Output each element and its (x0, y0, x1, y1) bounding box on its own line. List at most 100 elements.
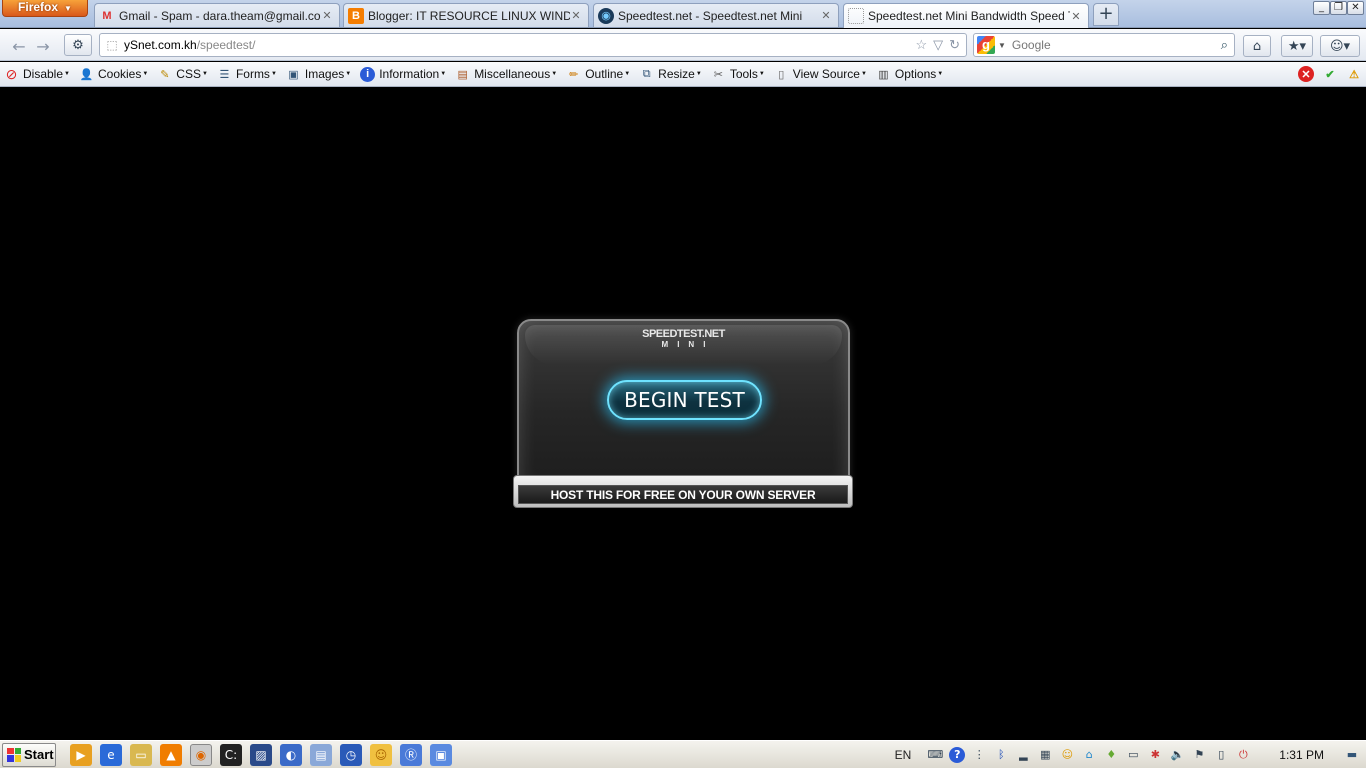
bluetooth-icon[interactable]: ᛒ (993, 747, 1009, 763)
gmail-icon: M (102, 9, 112, 22)
resize-icon: ⧉ (642, 67, 651, 80)
show-desktop-icon[interactable]: ▬ (1344, 747, 1360, 763)
navigation-toolbar: ← → ⚙ ⬚ ySnet.com.kh/speedtest/ ☆ ▽ ↻ g … (0, 29, 1366, 61)
bookmarks-menu-icon[interactable]: ★▾ (1281, 35, 1313, 57)
tab-title: Speedtest.net - Speedtest.net Mini (618, 8, 803, 23)
action-center-flag-icon[interactable]: ⚑ (1191, 747, 1207, 763)
dropdown-arrow-icon: ▼ (64, 4, 72, 13)
remote-desktop-icon[interactable]: ▣ (430, 743, 452, 766)
dev-menu-label: Cookies (97, 67, 142, 81)
forward-arrow-icon[interactable]: → (32, 35, 54, 57)
back-arrow-icon[interactable]: ← (6, 35, 32, 57)
dev-menu-options[interactable]: ▥ Options ▼ (876, 67, 943, 82)
page-content: SPEEDTEST.NET MINI BEGIN TEST HOST THIS … (0, 87, 1366, 740)
forms-icon: ☰ (219, 68, 230, 81)
host-banner[interactable]: HOST THIS FOR FREE ON YOUR OWN SERVER (513, 475, 853, 508)
close-tab-icon[interactable]: ✕ (570, 9, 582, 22)
tray-security-icon[interactable]: ✱ (1147, 747, 1163, 763)
clock-app-icon[interactable]: ◷ (340, 743, 362, 766)
dev-menu-resize[interactable]: ⧉ Resize ▼ (639, 67, 702, 82)
firefox-taskbar-icon[interactable]: ◉ (190, 743, 212, 766)
warning-icon[interactable]: ⚠ (1346, 66, 1362, 82)
internet-explorer-icon[interactable]: e (100, 743, 122, 766)
logo-main-text: SPEEDTEST.NET (642, 328, 725, 340)
dev-menu-disable[interactable]: ⊘ Disable ▼ (4, 66, 70, 82)
dev-menu-information[interactable]: i Information ▼ (360, 66, 446, 82)
tab-blogger[interactable]: B Blogger: IT RESOURCE LINUX WINDOWS... … (343, 3, 589, 27)
tab-title: Speedtest.net Mini Bandwidth Speed Test (868, 9, 1070, 23)
network-icon[interactable]: ◐ (280, 743, 302, 766)
dev-menu-label: Tools (729, 67, 758, 81)
explorer-folder-icon[interactable]: ▭ (130, 743, 152, 766)
system-clock[interactable]: 1:31 PM (1279, 748, 1324, 762)
minimize-icon[interactable]: _ (1313, 1, 1330, 15)
dev-menu-outline[interactable]: ✏ Outline ▼ (566, 67, 630, 82)
tab-gmail[interactable]: M Gmail - Spam - dara.theam@gmail.com ✕ (94, 3, 340, 27)
tab-speedtest[interactable]: ◉ Speedtest.net - Speedtest.net Mini ✕ (593, 3, 839, 27)
tools-icon: ✂ (713, 68, 723, 81)
volume-icon[interactable]: 🔈 (1169, 747, 1185, 763)
language-indicator[interactable]: EN (895, 748, 912, 762)
tab-bar: Firefox ▼ M Gmail - Spam - dara.theam@gma… (0, 0, 1366, 28)
messenger-tray-icon[interactable]: ☺ (1059, 747, 1075, 763)
command-prompt-icon[interactable]: C: (220, 743, 242, 766)
start-button[interactable]: Start (2, 742, 56, 767)
greasemonkey-icon[interactable]: ☺▾ (1320, 35, 1360, 57)
notepad-icon[interactable]: ▤ (310, 743, 332, 766)
keyboard-icon[interactable]: ⌨ (927, 747, 943, 763)
speedtest-logo: SPEEDTEST.NET MINI (519, 328, 848, 350)
close-tab-icon[interactable]: ✕ (820, 9, 832, 22)
css-icon: ✎ (160, 68, 170, 81)
power-icon[interactable]: ⏻ (1235, 747, 1251, 763)
signal-icon[interactable]: ▂ (1015, 747, 1031, 763)
google-engine-icon[interactable]: g (977, 36, 995, 54)
site-identity-icon[interactable]: ⬚ (100, 34, 124, 56)
vlc-icon[interactable]: ▲ (160, 743, 182, 766)
dev-menu-tools[interactable]: ✂ Tools ▼ (711, 67, 765, 82)
tray-expand-icon[interactable]: ⋮ (971, 747, 987, 763)
begin-test-button[interactable]: BEGIN TEST (607, 380, 762, 420)
safely-remove-icon[interactable]: ▯ (1213, 747, 1229, 763)
addon-icon[interactable]: ⚙ (64, 34, 92, 56)
close-tab-icon[interactable]: ✕ (321, 9, 333, 22)
url-bar[interactable]: ⬚ ySnet.com.kh/speedtest/ ☆ ▽ ↻ (99, 33, 967, 57)
dev-menu-miscellaneous[interactable]: ▤ Miscellaneous ▼ (455, 67, 557, 82)
dev-menu-images[interactable]: ▣ Images ▼ (286, 67, 351, 82)
bookmark-star-icon[interactable]: ☆ (915, 37, 927, 53)
dev-menu-css[interactable]: ✎ CSS ▼ (157, 67, 208, 82)
help-icon[interactable]: ? (949, 746, 966, 763)
dev-menu-label: Outline (585, 67, 624, 81)
dev-menu-label: Forms (235, 67, 270, 81)
utility-icon[interactable]: Ⓡ (400, 743, 422, 766)
dev-menu-label: Options (894, 67, 937, 81)
monitor-icon[interactable]: ▭ (1125, 747, 1141, 763)
tab-speedtest-mini[interactable]: Speedtest.net Mini Bandwidth Speed Test … (843, 3, 1089, 28)
tray-network-icon[interactable]: ⌂ (1081, 747, 1097, 763)
search-bar[interactable]: g ▼ Google ⌕ (973, 33, 1235, 57)
new-tab-button[interactable]: + (1093, 3, 1119, 26)
desktop-icon[interactable]: ▨ (250, 743, 272, 766)
valid-check-icon[interactable]: ✔ (1322, 66, 1338, 82)
dev-menu-cookies[interactable]: 👤 Cookies ▼ (79, 67, 149, 82)
close-tab-icon[interactable]: ✕ (1070, 10, 1082, 23)
media-player-icon[interactable]: ▶ (70, 743, 92, 766)
reload-icon[interactable]: ↻ (949, 37, 960, 53)
firefox-menu-button[interactable]: Firefox ▼ (2, 0, 88, 17)
close-window-icon[interactable]: ✕ (1347, 1, 1364, 15)
tab-title: Blogger: IT RESOURCE LINUX WINDOWS... (368, 8, 570, 23)
tray-shield-icon[interactable]: ♦ (1103, 747, 1119, 763)
home-icon[interactable]: ⌂ (1243, 35, 1271, 57)
messenger-icon[interactable]: ☺ (370, 743, 392, 766)
dev-menu-view-source[interactable]: ▯ View Source ▼ (774, 67, 867, 82)
search-icon[interactable]: ⌕ (1221, 37, 1228, 53)
engine-dropdown-icon[interactable]: ▼ (998, 41, 1006, 50)
tray-app-icon[interactable]: ▦ (1037, 747, 1053, 763)
url-history-dropdown-icon[interactable]: ▽ (933, 37, 943, 53)
dev-menu-forms[interactable]: ☰ Forms ▼ (217, 67, 277, 82)
error-icon[interactable]: ✕ (1298, 66, 1314, 82)
restore-icon[interactable]: ❐ (1330, 1, 1347, 15)
blank-page-icon (848, 8, 864, 24)
dev-menu-label: Miscellaneous (474, 67, 551, 81)
url-path: /speedtest/ (196, 38, 256, 52)
miscellaneous-icon: ▤ (457, 68, 468, 81)
